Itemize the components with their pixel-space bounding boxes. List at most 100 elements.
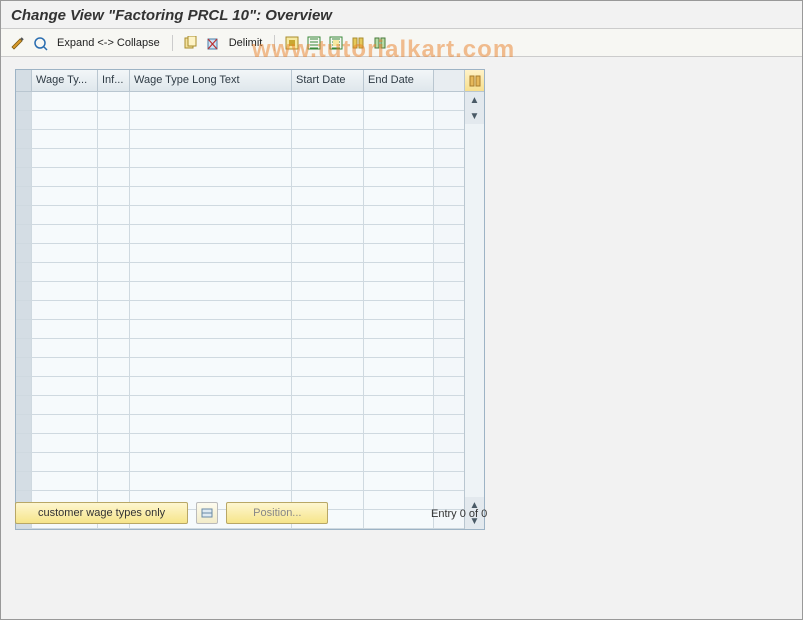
cell-start-date[interactable] [292,244,364,262]
cell-wage-type[interactable] [32,396,98,414]
row-selector[interactable] [16,339,32,357]
table-row[interactable] [16,206,464,225]
row-selector[interactable] [16,396,32,414]
display-change-toggle-icon[interactable] [9,34,27,52]
cell-long-text[interactable] [130,206,292,224]
cell-inf[interactable] [98,168,130,186]
cell-wage-type[interactable] [32,282,98,300]
cell-start-date[interactable] [292,263,364,281]
cell-end-date[interactable] [364,187,434,205]
cell-end-date[interactable] [364,244,434,262]
cell-wage-type[interactable] [32,263,98,281]
position-button[interactable]: Position... [226,502,328,524]
cell-long-text[interactable] [130,263,292,281]
cell-inf[interactable] [98,130,130,148]
row-selector[interactable] [16,130,32,148]
cell-long-text[interactable] [130,92,292,110]
select-block-icon[interactable] [305,34,323,52]
cell-end-date[interactable] [364,111,434,129]
cell-inf[interactable] [98,320,130,338]
select-all-column-header[interactable] [16,70,32,91]
other-view-icon[interactable] [31,34,49,52]
cell-long-text[interactable] [130,339,292,357]
cell-end-date[interactable] [364,149,434,167]
table-row[interactable] [16,396,464,415]
cell-wage-type[interactable] [32,92,98,110]
cell-end-date[interactable] [364,491,434,509]
column-header-start-date[interactable]: Start Date [292,70,364,91]
customer-wage-types-button[interactable]: customer wage types only [15,502,188,524]
row-selector[interactable] [16,301,32,319]
cell-long-text[interactable] [130,187,292,205]
expand-collapse-button[interactable]: Expand <-> Collapse [53,37,164,49]
row-selector[interactable] [16,358,32,376]
cell-long-text[interactable] [130,415,292,433]
cell-wage-type[interactable] [32,339,98,357]
cell-inf[interactable] [98,225,130,243]
delete-icon[interactable] [203,34,221,52]
cell-inf[interactable] [98,301,130,319]
table-settings-icon[interactable] [465,70,484,92]
cell-long-text[interactable] [130,396,292,414]
cell-start-date[interactable] [292,358,364,376]
row-selector[interactable] [16,225,32,243]
table-row[interactable] [16,92,464,111]
cell-inf[interactable] [98,187,130,205]
cell-start-date[interactable] [292,130,364,148]
cell-start-date[interactable] [292,434,364,452]
cell-long-text[interactable] [130,434,292,452]
cell-wage-type[interactable] [32,225,98,243]
cell-long-text[interactable] [130,130,292,148]
column-header-long-text[interactable]: Wage Type Long Text [130,70,292,91]
cell-long-text[interactable] [130,453,292,471]
column-header-inf[interactable]: Inf... [98,70,130,91]
cell-wage-type[interactable] [32,168,98,186]
row-selector[interactable] [16,453,32,471]
cell-inf[interactable] [98,339,130,357]
cell-wage-type[interactable] [32,301,98,319]
cell-start-date[interactable] [292,301,364,319]
cell-inf[interactable] [98,472,130,490]
cell-end-date[interactable] [364,282,434,300]
cell-wage-type[interactable] [32,453,98,471]
cell-long-text[interactable] [130,472,292,490]
cell-end-date[interactable] [364,320,434,338]
scroll-up-icon[interactable]: ▲ [465,92,484,108]
cell-wage-type[interactable] [32,130,98,148]
row-selector[interactable] [16,282,32,300]
table-row[interactable] [16,301,464,320]
table-row[interactable] [16,472,464,491]
cell-end-date[interactable] [364,225,434,243]
cell-long-text[interactable] [130,282,292,300]
scroll-down-icon[interactable]: ▼ [465,108,484,124]
cell-start-date[interactable] [292,92,364,110]
cell-wage-type[interactable] [32,149,98,167]
cell-start-date[interactable] [292,320,364,338]
cell-end-date[interactable] [364,358,434,376]
cell-long-text[interactable] [130,225,292,243]
cell-wage-type[interactable] [32,377,98,395]
row-selector[interactable] [16,206,32,224]
cell-wage-type[interactable] [32,358,98,376]
cell-start-date[interactable] [292,111,364,129]
cell-end-date[interactable] [364,339,434,357]
table-row[interactable] [16,168,464,187]
configuration-icon[interactable] [349,34,367,52]
table-row[interactable] [16,263,464,282]
cell-inf[interactable] [98,415,130,433]
cell-long-text[interactable] [130,320,292,338]
cell-inf[interactable] [98,377,130,395]
table-row[interactable] [16,225,464,244]
table-row[interactable] [16,320,464,339]
cell-start-date[interactable] [292,187,364,205]
table-row[interactable] [16,149,464,168]
cell-wage-type[interactable] [32,320,98,338]
cell-start-date[interactable] [292,206,364,224]
cell-wage-type[interactable] [32,206,98,224]
cell-wage-type[interactable] [32,244,98,262]
cell-end-date[interactable] [364,92,434,110]
cell-start-date[interactable] [292,453,364,471]
table-row[interactable] [16,415,464,434]
cell-wage-type[interactable] [32,472,98,490]
cell-inf[interactable] [98,453,130,471]
